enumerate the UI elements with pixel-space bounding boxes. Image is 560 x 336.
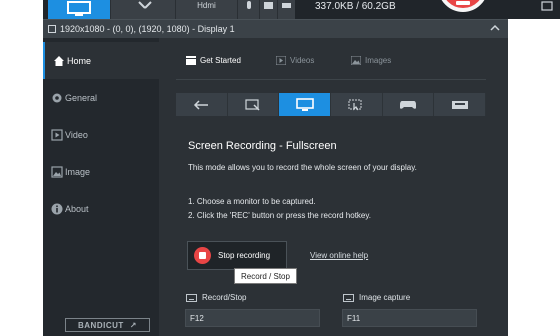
external-link-icon: ↗ (129, 320, 137, 330)
file-size-stats: 337.0KB / 60.2GB (315, 1, 396, 12)
video-icon (51, 129, 63, 141)
sidebar-item-label: About (65, 203, 89, 214)
mode-fullscreen-button[interactable] (279, 93, 332, 116)
mode-game-button[interactable] (383, 93, 435, 116)
sidebar-item-label: Home (67, 55, 92, 66)
tooltip: Record / Stop (234, 268, 297, 284)
monitor-icon (295, 97, 314, 111)
right-toolbar-edge (508, 0, 560, 19)
online-help-link[interactable]: View online help (310, 251, 368, 260)
keyboard-icon (343, 293, 354, 302)
speaker-icon (282, 3, 291, 8)
stop-recording-button[interactable]: Stop recording (187, 241, 287, 270)
play-icon (276, 56, 286, 65)
bandicut-logo-button[interactable]: BANDICUT ↗ (65, 318, 150, 332)
chevron-up-icon[interactable] (490, 23, 500, 33)
display-info-text: 1920x1080 - (0, 0), (1920, 1080) - Displ… (60, 24, 235, 34)
bandicam-window: Hdmi 337.0KB / 60.2GB 1920x1080 - (0, 0)… (43, 0, 508, 336)
logo-text: BANDICUT (78, 320, 124, 330)
display-info-bar: 1920x1080 - (0, 0), (1920, 1080) - Displ… (43, 19, 508, 38)
microphone-icon (247, 1, 251, 9)
instruction-step-2: 2. Click the 'REC' button or press the r… (188, 211, 371, 220)
gamepad-icon (400, 100, 417, 109)
gear-icon (52, 93, 62, 103)
mode-rectangle-button[interactable] (228, 93, 280, 116)
stop-recording-label: Stop recording (218, 251, 271, 260)
tab-divider (176, 79, 486, 80)
tab-images[interactable]: Images (351, 56, 391, 65)
info-icon (51, 203, 63, 215)
top-toolbar: Hdmi 337.0KB / 60.2GB (43, 0, 508, 19)
speaker-button[interactable] (277, 0, 295, 19)
rectangle-mode-button[interactable] (110, 0, 175, 19)
display-icon (48, 25, 56, 33)
sidebar-item-label: Image (65, 166, 91, 177)
sidebar-item-label: General (65, 92, 98, 103)
tab-get-started[interactable]: Get Started (186, 56, 241, 65)
sidebar-item-video[interactable]: Video (43, 116, 159, 153)
hotkey-label-text: Image capture (359, 293, 411, 302)
keyboard-icon (186, 293, 197, 302)
sidebar-item-home[interactable]: Home (43, 42, 159, 79)
sidebar-item-image[interactable]: Image (43, 153, 159, 190)
hotkey-capture-field[interactable]: F11 (342, 309, 477, 327)
hotkey-label-text: Record/Stop (202, 293, 247, 302)
sidebar: Home General Video Image About (43, 38, 159, 336)
window-icon[interactable] (508, 0, 560, 19)
mode-device-button[interactable] (434, 93, 487, 116)
rectangle-select-icon (245, 98, 260, 111)
mode-back-button[interactable] (176, 93, 228, 116)
around-mouse-icon (348, 99, 362, 110)
page-title: Screen Recording - Fullscreen (188, 140, 337, 152)
rec-button[interactable] (438, 0, 488, 12)
hotkey-record-field[interactable]: F12 (185, 309, 320, 327)
desktop-background (508, 0, 560, 336)
sidebar-item-general[interactable]: General (43, 79, 159, 116)
sidebar-item-label: Video (65, 129, 88, 140)
hotkey-capture-label: Image capture (343, 293, 410, 302)
sidebar-item-about[interactable]: About (43, 190, 159, 227)
instruction-step-1: 1. Choose a monitor to be captured. (188, 197, 316, 206)
hdmi-device-icon (451, 100, 468, 109)
mode-description: This mode allows you to record the whole… (188, 163, 417, 172)
back-arrow-icon (194, 99, 209, 110)
home-icon (54, 56, 64, 66)
stop-square-icon (456, 1, 470, 5)
mode-around-mouse-button[interactable] (331, 93, 383, 116)
hdmi-mode-button[interactable]: Hdmi (175, 0, 237, 19)
webcam-button[interactable] (259, 0, 277, 19)
tab-label: Images (365, 56, 392, 65)
expand-arrows-icon (138, 1, 152, 9)
stop-icon (194, 247, 211, 264)
screen-mode-button[interactable] (48, 0, 110, 19)
tab-videos[interactable]: Videos (276, 56, 314, 65)
recording-mode-selector (176, 93, 487, 116)
picture-icon (351, 56, 361, 65)
tab-label: Get Started (200, 56, 241, 65)
tab-label: Videos (290, 56, 315, 65)
camera-icon (264, 2, 273, 9)
microphone-button[interactable] (237, 0, 259, 19)
monitor-icon (67, 1, 91, 16)
hotkey-record-label: Record/Stop (186, 293, 246, 302)
clapper-icon (186, 56, 196, 65)
hdmi-label: Hdmi (197, 1, 216, 10)
image-icon (51, 166, 63, 178)
